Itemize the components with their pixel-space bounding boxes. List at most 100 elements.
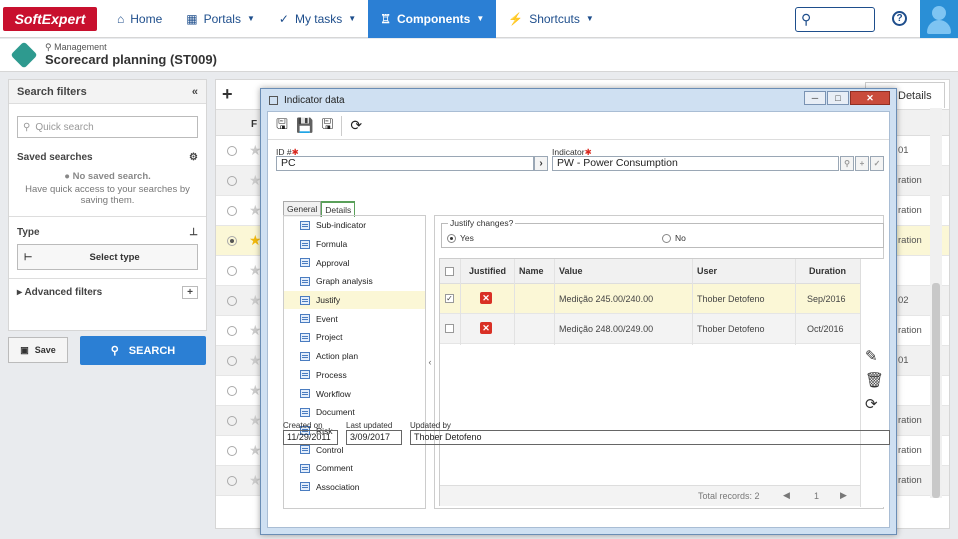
row-checkbox[interactable] [445,324,454,333]
tree-item-action-plan[interactable]: Action plan [284,347,425,366]
add-icon[interactable]: + [222,84,233,105]
indicator-add-icon[interactable]: + [855,156,869,171]
list-icon [300,332,310,342]
row-radio[interactable] [227,446,237,456]
advanced-filters-toggle[interactable]: ▸ Advanced filters [17,287,102,298]
column-header[interactable]: F [251,119,257,130]
id-lookup-button[interactable]: › [534,156,548,171]
row-radio[interactable] [227,386,237,396]
row-radio[interactable] [227,296,237,306]
table-row[interactable]: ✕ Medição 248.00/249.00 Thober Detofeno Oct… [440,314,860,344]
col-duration[interactable]: Duration [809,266,846,276]
row-radio[interactable] [227,416,237,426]
row-radio[interactable] [227,176,237,186]
nav-shortcuts[interactable]: ⚡ Shortcuts ▼ [496,0,606,38]
not-justified-icon: ✕ [480,292,492,304]
row-tail-text: 01 [898,145,909,156]
justify-grid: Justified Name Value User Duration ✓ ✕ Med… [439,258,884,507]
justify-legend: Justify changes? [448,218,516,228]
user-avatar[interactable] [920,0,958,38]
refresh-icon[interactable]: ⟳ [350,117,362,134]
caret-down-icon: ▼ [476,14,485,23]
quick-search-input[interactable]: ⚲ Quick search [17,116,198,138]
total-records: Total records: 2 [698,491,760,501]
nav-home[interactable]: ⌂ Home [105,0,174,38]
row-radio[interactable] [227,356,237,366]
global-search-input[interactable]: ⚲ [795,7,875,32]
edit-icon[interactable]: ✎ [865,347,878,365]
row-radio[interactable] [227,266,237,276]
tree-item-justify[interactable]: Justify [284,290,425,310]
row-radio[interactable] [227,236,237,246]
save-search-button[interactable]: ▣ Save [8,337,68,363]
col-name[interactable]: Name [519,266,544,276]
list-icon [300,239,310,249]
search-icon: ⚲ [23,121,31,133]
saved-searches-label: Saved searches [17,152,93,163]
tree-item-association[interactable]: Association [284,478,425,497]
tree-item-process[interactable]: Process [284,366,425,385]
prev-page-icon[interactable]: ◀ [783,490,790,501]
tree-item-comment[interactable]: Comment [284,459,425,478]
table-row[interactable]: ✓ ✕ Medição 245.00/240.00 Thober Detofeno Se… [440,284,860,314]
minimize-button[interactable]: ─ [804,91,826,105]
refresh-icon[interactable]: ⟳ [865,395,878,413]
softexpert-logo[interactable]: SoftExpert [3,6,97,31]
tree-item-graph-analysis[interactable]: Graph analysis [284,272,425,291]
collapse-icon[interactable]: « [192,86,198,98]
select-all-checkbox[interactable] [445,267,454,276]
indicator-clear-icon[interactable]: ✓ [870,156,884,171]
row-checkbox[interactable]: ✓ [445,294,454,303]
tree-item-approval[interactable]: Approval [284,253,425,272]
tree-item-project[interactable]: Project [284,328,425,347]
save-icon[interactable]: 💾 [296,117,313,134]
row-radio[interactable] [227,476,237,486]
next-page-icon[interactable]: ▶ [840,490,847,501]
close-button[interactable]: ✕ [850,91,890,105]
nav-components[interactable]: ♖ Components ▼ [368,0,497,38]
nav-my-tasks[interactable]: ✓ My tasks ▼ [267,0,368,38]
select-type-button[interactable]: ⊢ Select type [17,244,198,270]
trash-icon[interactable]: 🗑 [865,371,884,389]
page-header: ⚲ Management Scorecard planning (ST009) [0,39,958,72]
col-justified[interactable]: Justified [469,266,506,276]
add-filter-button[interactable]: + [182,286,198,299]
gear-icon[interactable]: ⚙ [189,152,198,163]
splitter-handle[interactable]: ‹ [426,215,434,509]
grid-scrollbar[interactable] [930,108,942,498]
scrollbar-thumb[interactable] [932,283,940,498]
tree-item-formula[interactable]: Formula [284,235,425,254]
col-user[interactable]: User [697,266,717,276]
maximize-button[interactable]: □ [827,91,849,105]
search-icon: ⚲ [801,11,812,27]
row-tail-text: ration [898,325,922,336]
save-and-new-icon[interactable]: 🖫 [276,114,288,138]
row-radio[interactable] [227,206,237,216]
row-radio[interactable] [227,146,237,156]
row-radio[interactable] [227,326,237,336]
search-button[interactable]: ⚲ SEARCH [80,336,206,365]
pin-icon[interactable]: ⊥ [189,227,198,238]
col-value[interactable]: Value [559,266,583,276]
tree-item-sub-indicator[interactable]: Sub-indicator [284,216,425,235]
list-icon [300,482,310,492]
info-icon: ● [64,171,70,182]
row-tail-text: ration [898,175,922,186]
help-icon[interactable]: ? [892,11,907,26]
tree-item-event[interactable]: Event [284,309,425,328]
caret-down-icon: ▼ [348,14,357,23]
tree-item-workflow[interactable]: Workflow [284,384,425,403]
justify-no-radio[interactable]: No [662,233,686,243]
list-icon [300,389,310,399]
type-label: Type [17,227,40,238]
tree-icon: ⊢ [24,251,33,263]
id-field[interactable]: PC [276,156,534,171]
justify-yes-radio[interactable]: Yes [447,233,474,243]
nav-portals[interactable]: ▦ Portals ▼ [174,0,267,38]
tree-item-document[interactable]: Document [284,403,425,422]
row-tail-text: ration [898,475,922,486]
save-and-close-icon[interactable]: 🖫 [321,114,333,138]
no-saved-text: No saved search. [72,171,151,182]
indicator-search-icon[interactable]: ⚲ [840,156,854,171]
caret-down-icon: ▼ [585,14,594,23]
